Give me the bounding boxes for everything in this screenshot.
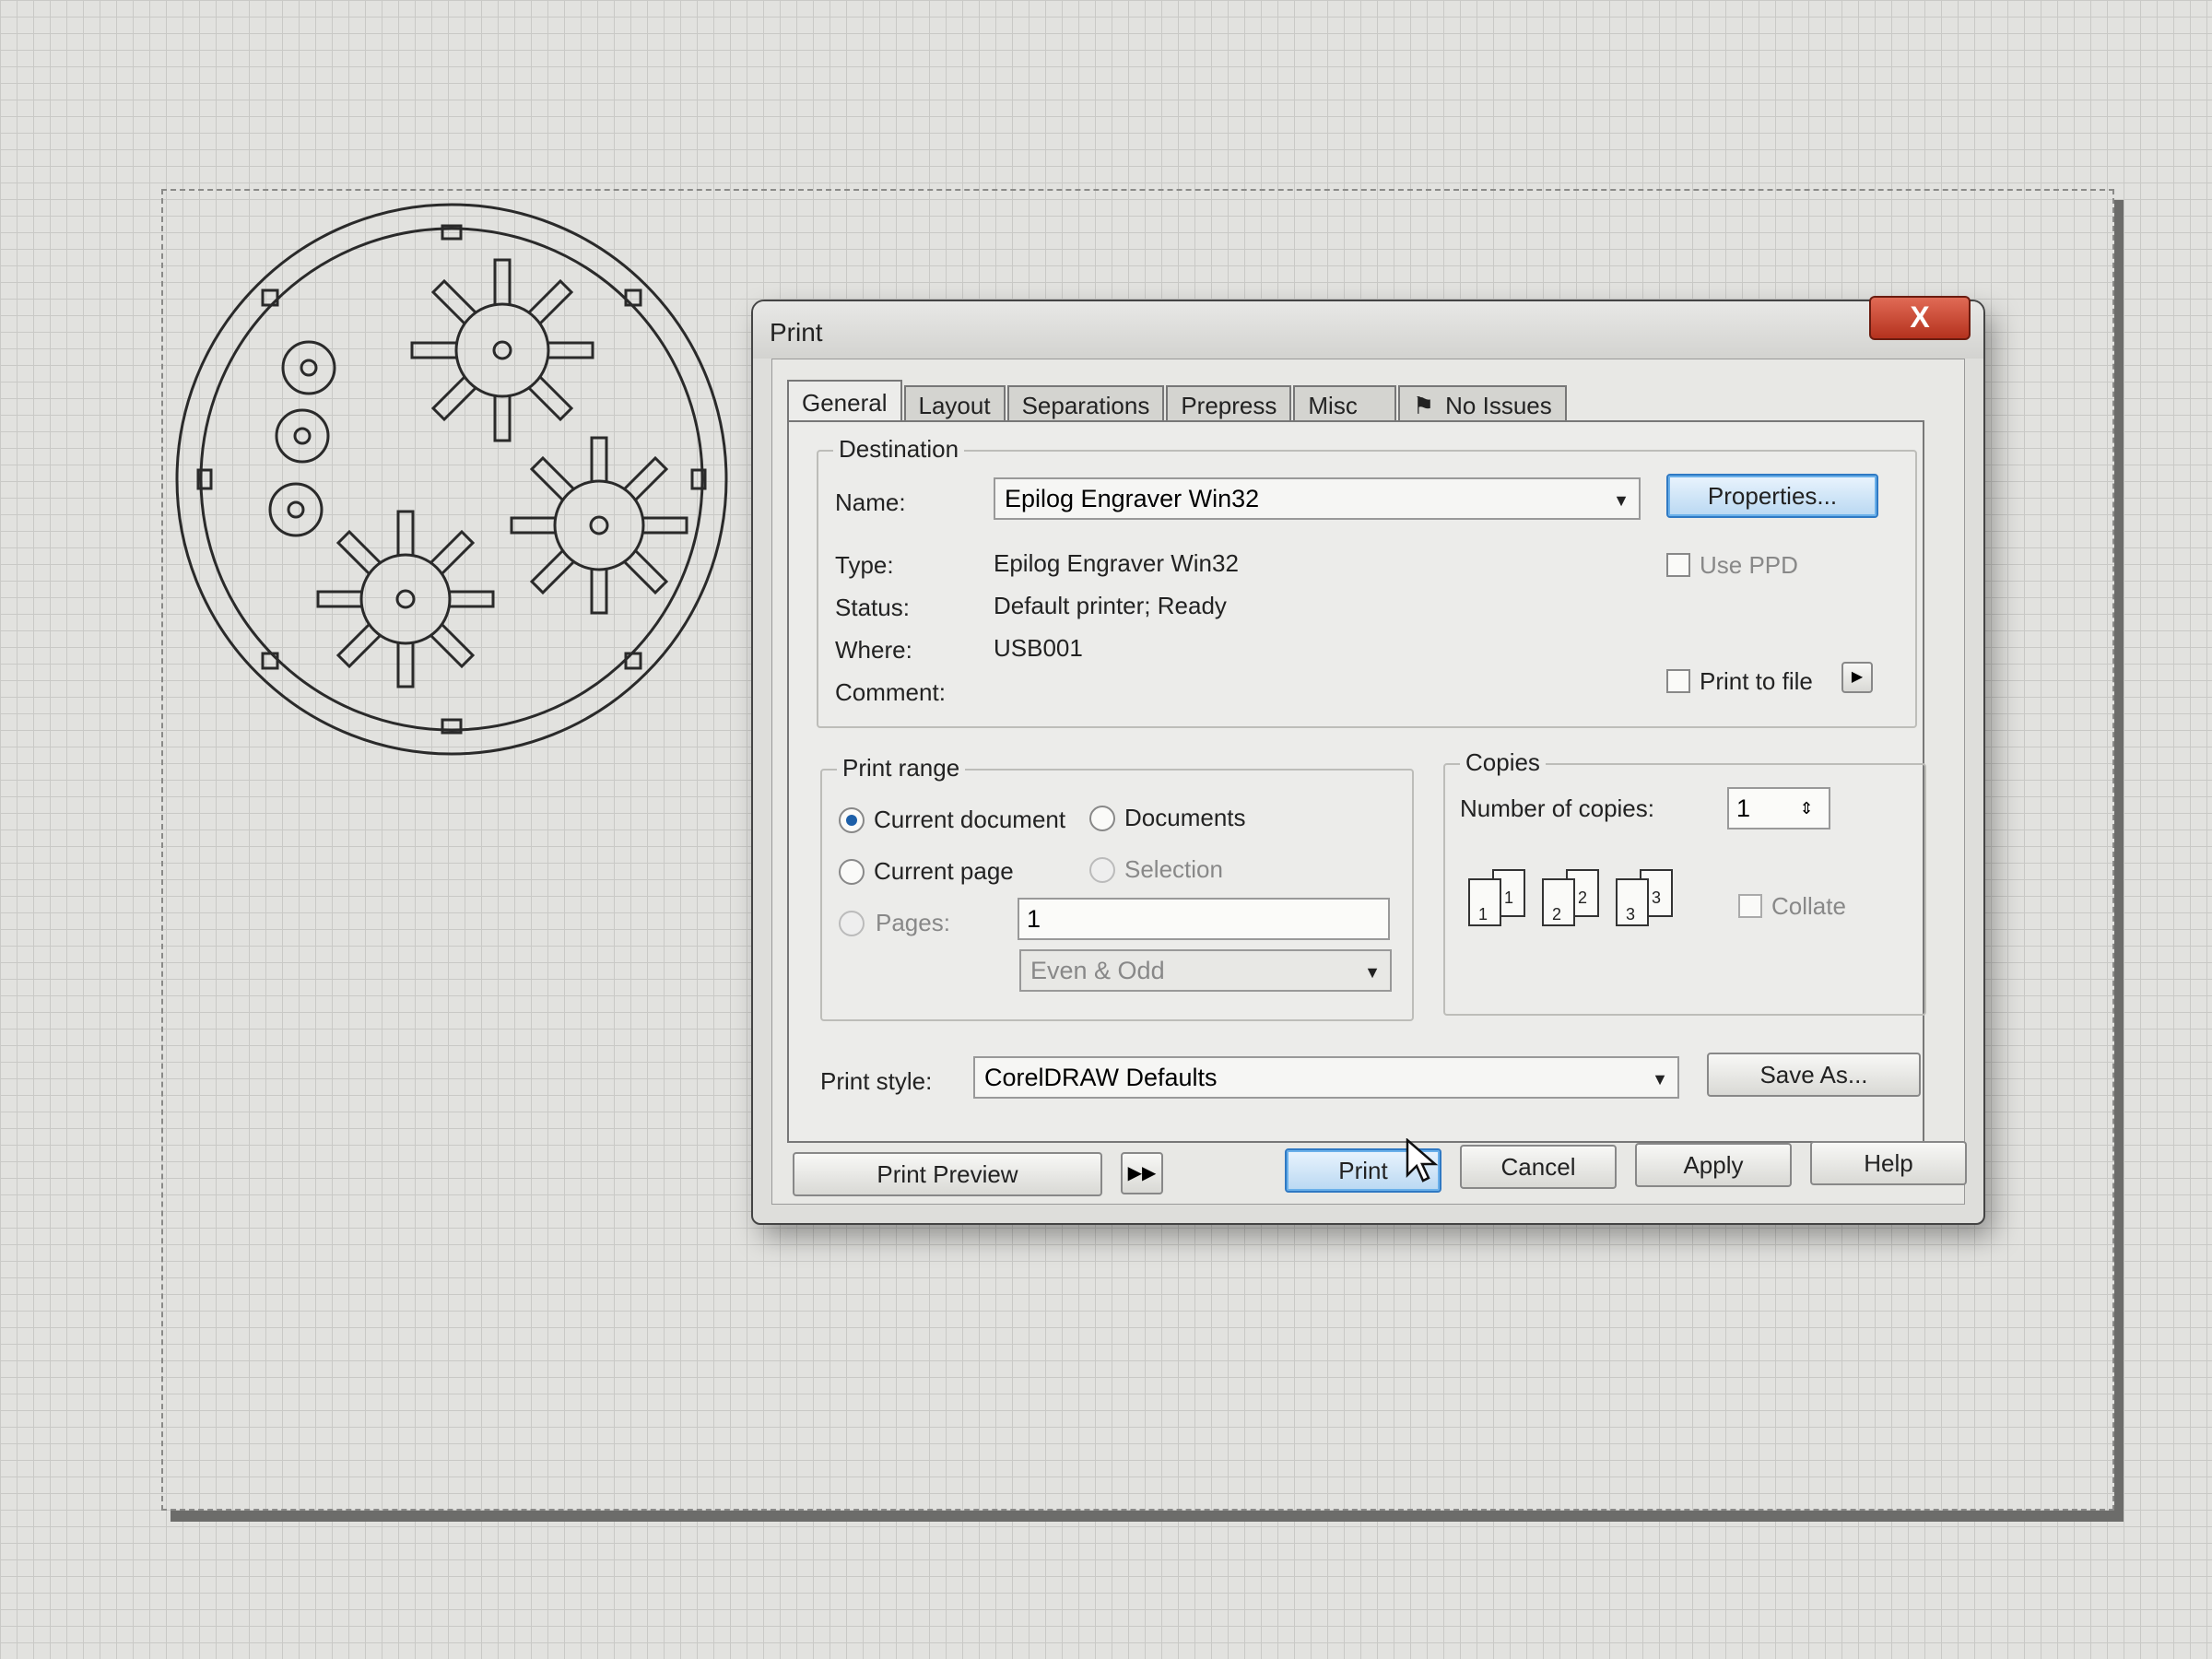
tab-issues[interactable]: ⚑ No Issues (1397, 385, 1567, 422)
pages-input[interactable]: 1 (1018, 898, 1390, 940)
collate-pages-icon: 11 22 33 (1468, 869, 1673, 926)
tab-misc[interactable]: Misc (1293, 385, 1396, 422)
title-bar: Print X (753, 296, 1983, 359)
use-ppd-checkbox[interactable] (1666, 553, 1690, 577)
destination-legend: Destination (833, 435, 965, 464)
tab-prepress[interactable]: Prepress (1166, 385, 1292, 422)
preview-expand-button[interactable]: ▶▶ (1121, 1152, 1163, 1194)
type-value: Epilog Engraver Win32 (994, 549, 1239, 577)
cancel-button[interactable]: Cancel (1460, 1145, 1617, 1189)
print-to-file-options-button[interactable]: ▶ (1841, 662, 1873, 693)
dialog-title: Print (770, 318, 823, 347)
destination-group: Destination Name: Epilog Engraver Win32 … (817, 435, 1917, 728)
tab-separations[interactable]: Separations (1006, 385, 1165, 422)
print-dialog: Print X General Layout Separations Prepr… (751, 296, 1985, 1225)
tab-strip: General Layout Separations Prepress Misc… (787, 380, 1569, 422)
tab-layout[interactable]: Layout (903, 385, 1006, 422)
pages-label: Pages: (876, 909, 950, 936)
chevron-down-icon: ▼ (1652, 1070, 1668, 1088)
tab-general[interactable]: General (787, 380, 902, 422)
printer-name-select[interactable]: Epilog Engraver Win32 ▼ (994, 477, 1641, 520)
print-range-group: Print range Current document Documents C… (820, 754, 1414, 1021)
issues-flag-icon: ⚑ (1412, 392, 1435, 419)
collate-checkbox[interactable] (1738, 894, 1762, 918)
print-to-file-label: Print to file (1700, 667, 1813, 695)
where-value: USB001 (994, 634, 1083, 662)
copies-value: 1 (1736, 794, 1751, 822)
parity-select[interactable]: Even & Odd ▼ (1019, 949, 1392, 992)
print-style-value: CorelDRAW Defaults (984, 1064, 1218, 1091)
svg-text:3: 3 (1652, 888, 1661, 907)
documents-radio[interactable] (1089, 806, 1115, 831)
printer-name-value: Epilog Engraver Win32 (1005, 485, 1260, 512)
copies-group: Copies Number of copies: 1 ⇕ 11 22 33 Co… (1443, 748, 1926, 1016)
svg-text:1: 1 (1478, 905, 1488, 924)
current-document-label: Current document (874, 806, 1066, 833)
print-style-select[interactable]: CorelDRAW Defaults ▼ (973, 1056, 1679, 1099)
mouse-pointer-icon (1406, 1138, 1439, 1182)
print-range-legend: Print range (837, 754, 966, 782)
current-page-label: Current page (874, 857, 1014, 885)
fast-forward-icon: ▶▶ (1127, 1163, 1157, 1183)
spinner-icon[interactable]: ⇕ (1790, 793, 1823, 824)
status-value: Default printer; Ready (994, 592, 1227, 619)
copies-input[interactable]: 1 ⇕ (1727, 787, 1830, 830)
name-label: Name: (835, 488, 906, 516)
type-label: Type: (835, 551, 894, 579)
copies-legend: Copies (1460, 748, 1546, 777)
status-label: Status: (835, 594, 910, 621)
tab-issues-label: No Issues (1445, 392, 1552, 419)
where-label: Where: (835, 636, 912, 664)
dialog-body: General Layout Separations Prepress Misc… (771, 359, 1967, 1205)
parity-value: Even & Odd (1030, 957, 1165, 984)
selection-radio[interactable] (1089, 857, 1115, 883)
save-as-button[interactable]: Save As... (1707, 1053, 1921, 1097)
collate-label: Collate (1771, 892, 1846, 920)
svg-text:3: 3 (1626, 905, 1635, 924)
triangle-right-icon: ▶ (1851, 669, 1864, 685)
apply-button[interactable]: Apply (1635, 1143, 1792, 1187)
documents-label: Documents (1124, 804, 1246, 831)
properties-button[interactable]: Properties... (1666, 474, 1878, 518)
print-style-label: Print style: (820, 1067, 933, 1095)
help-button[interactable]: Help (1810, 1141, 1967, 1185)
chevron-down-icon: ▼ (1364, 963, 1381, 982)
number-of-copies-label: Number of copies: (1460, 794, 1654, 822)
selection-label: Selection (1124, 855, 1223, 883)
current-document-radio[interactable] (839, 807, 865, 833)
general-tab-panel: Destination Name: Epilog Engraver Win32 … (787, 420, 1926, 1143)
chevron-down-icon: ▼ (1613, 491, 1630, 510)
current-page-radio[interactable] (839, 859, 865, 885)
close-button[interactable]: X (1869, 296, 1971, 340)
svg-text:2: 2 (1552, 905, 1561, 924)
pages-radio[interactable] (839, 911, 865, 936)
comment-label: Comment: (835, 678, 946, 706)
print-to-file-checkbox[interactable] (1666, 669, 1690, 693)
print-preview-button[interactable]: Print Preview (793, 1152, 1102, 1196)
gear-artwork (175, 203, 728, 756)
svg-text:2: 2 (1578, 888, 1587, 907)
use-ppd-label: Use PPD (1700, 551, 1798, 579)
svg-text:1: 1 (1504, 888, 1513, 907)
